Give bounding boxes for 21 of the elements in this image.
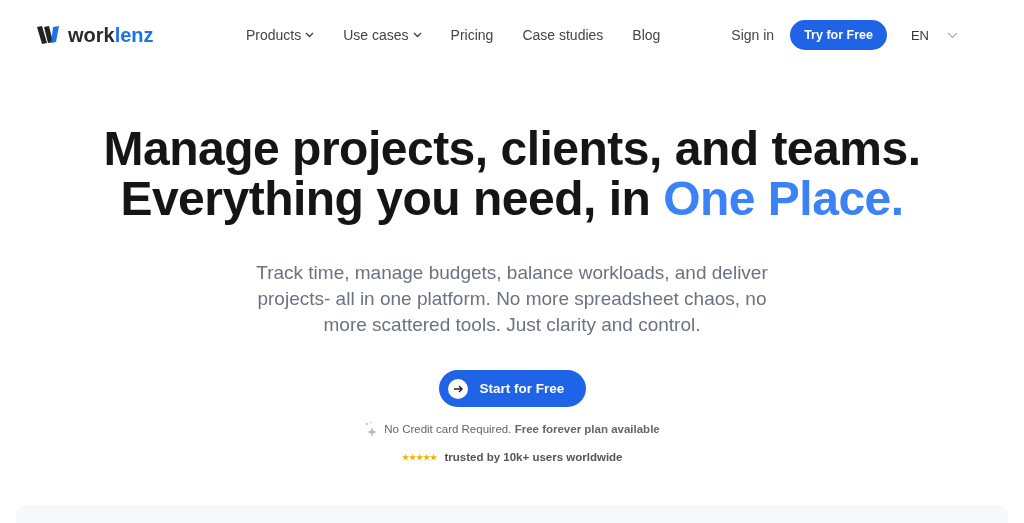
nav-link[interactable]: Pricing: [450, 27, 494, 43]
language-selector[interactable]: EN: [910, 27, 958, 43]
sign-in-link[interactable]: Sign in: [731, 27, 775, 43]
subtitle: Track time, manage budgets, balance workloads, and deliver projects- all in one platform. No more spreadsheet chaos, no more scattered tools. Just clarity and control.: [255, 261, 769, 337]
nav-link[interactable]: Blog: [632, 27, 661, 43]
chevron-down-icon: [305, 32, 315, 38]
nav-link[interactable]: Case studies: [522, 27, 604, 43]
start-for-free-button[interactable]: Start for Free: [438, 370, 586, 407]
headline: Manage projects, clients, and teams. Everything you need, in One Place.: [103, 124, 921, 224]
no-credit-card-note: No Credit card Required. Free forever plan available: [384, 423, 660, 435]
chevron-down-icon: [947, 31, 958, 39]
logo-icon: [36, 25, 62, 45]
nav-link[interactable]: Products: [246, 27, 315, 43]
arrow-right-icon: [447, 378, 468, 399]
star-rating: ★★★★★: [401, 452, 437, 462]
chevron-down-icon: [412, 32, 422, 38]
nav-link[interactable]: Use cases: [343, 27, 422, 43]
trusted-by-text: trusted by 10k+ users worldwide: [444, 451, 623, 463]
logo-text[interactable]: worklenz: [68, 23, 154, 47]
sparkle-icon: [364, 421, 379, 437]
try-for-free-button[interactable]: Try for Free: [790, 20, 887, 50]
